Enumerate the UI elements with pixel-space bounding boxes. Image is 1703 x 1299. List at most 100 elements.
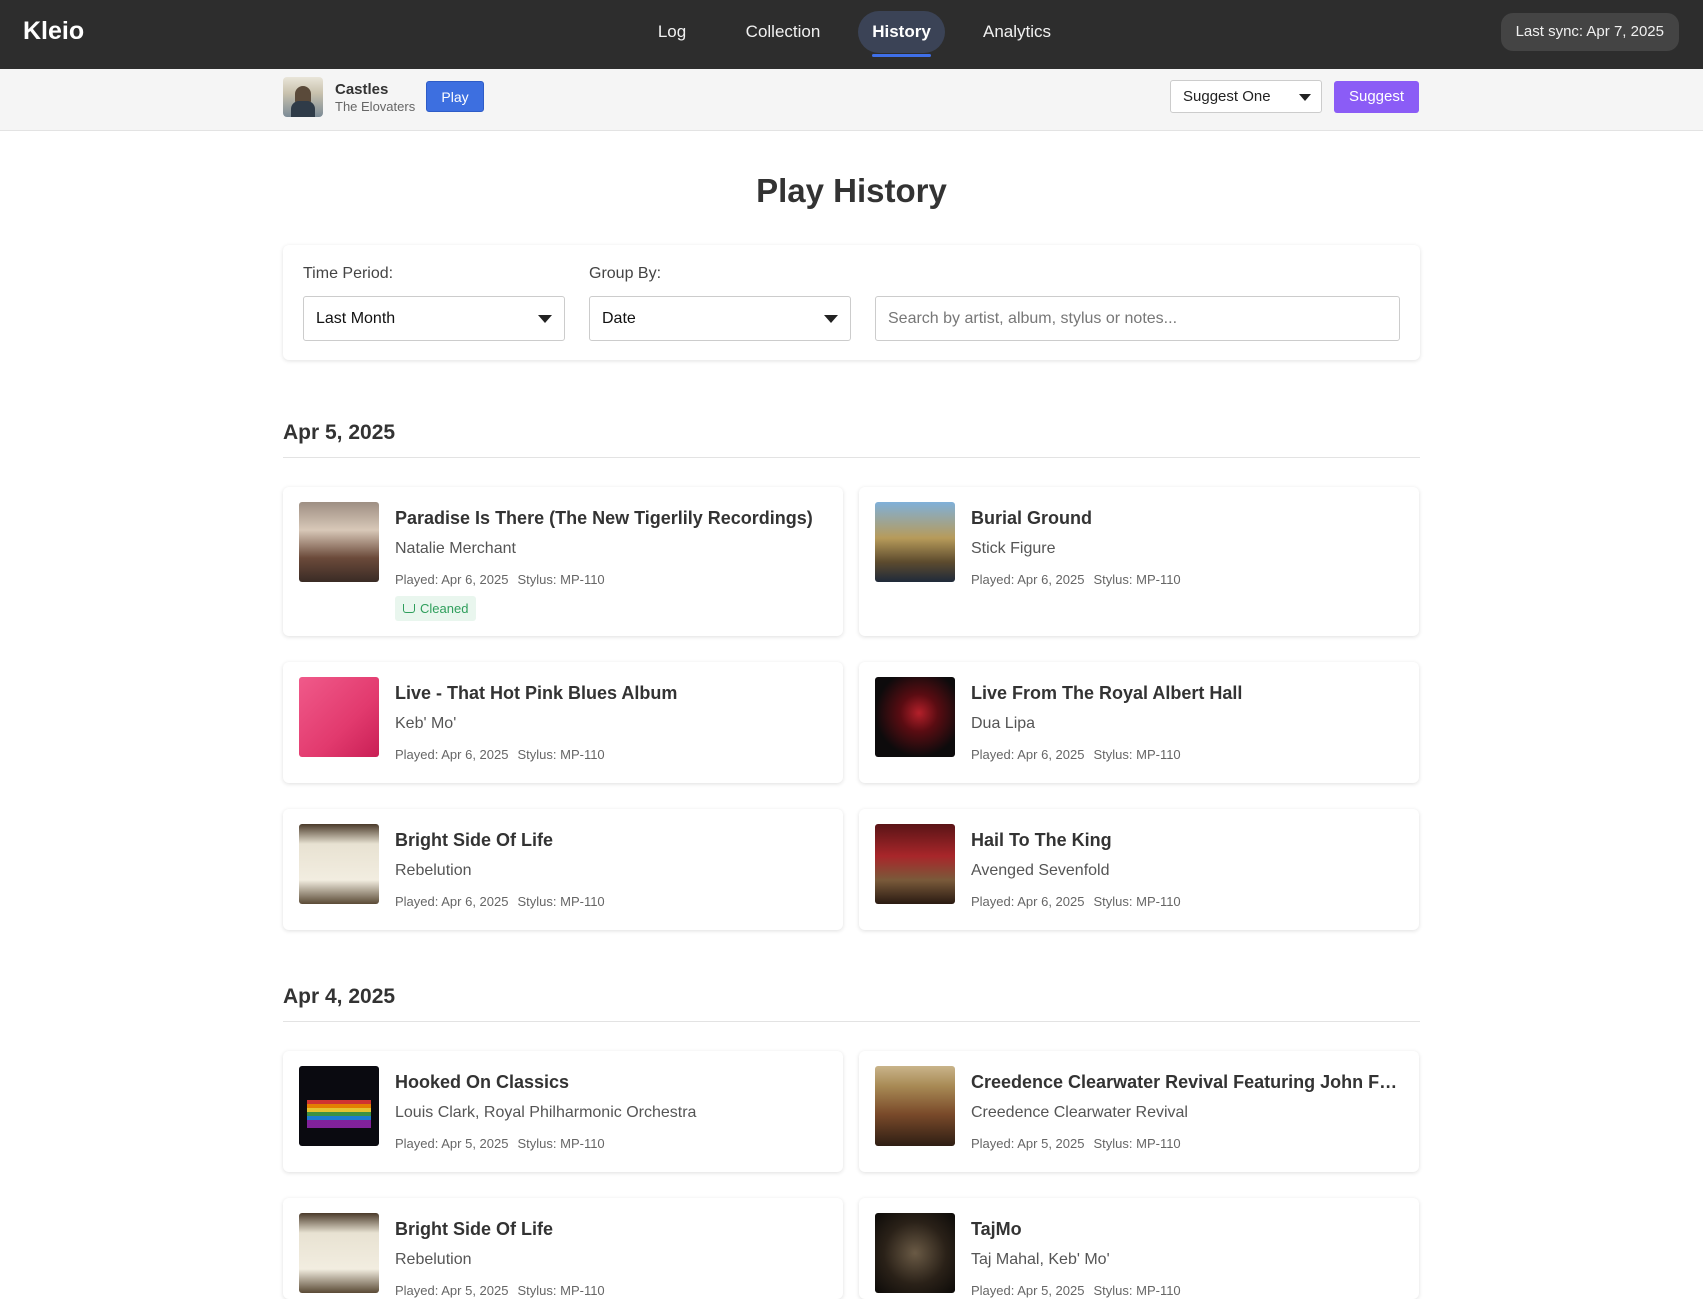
play-meta: Played: Apr 5, 2025 Stylus: MP-110: [395, 1136, 605, 1151]
album-artist: Natalie Merchant: [395, 540, 516, 557]
play-meta: Played: Apr 6, 2025 Stylus: MP-110: [971, 572, 1181, 587]
filters-panel: Time Period: Last Month Group By: Date: [283, 245, 1420, 360]
played-date: Played: Apr 6, 2025: [395, 894, 509, 909]
time-period-value: Last Month: [316, 310, 396, 327]
album-cover: [875, 1213, 955, 1293]
time-period-label: Time Period:: [303, 265, 394, 282]
group-by-label: Group By:: [589, 265, 662, 282]
last-sync-status: Last sync: Apr 7, 2025: [1500, 13, 1679, 51]
play-card[interactable]: Live From The Royal Albert Hall Dua Lipa…: [859, 662, 1419, 783]
now-playing-album-art: [283, 77, 323, 117]
played-date: Played: Apr 5, 2025: [971, 1283, 1085, 1298]
album-title: Bright Side Of Life: [395, 1219, 554, 1239]
stylus: Stylus: MP-110: [1093, 1283, 1181, 1298]
played-date: Played: Apr 6, 2025: [395, 747, 509, 762]
album-title: Bright Side Of Life: [395, 830, 554, 850]
played-date: Played: Apr 6, 2025: [971, 894, 1085, 909]
album-artist: Stick Figure: [971, 540, 1056, 557]
suggest-button[interactable]: Suggest: [1334, 81, 1419, 113]
stylus: Stylus: MP-110: [517, 1283, 605, 1298]
played-date: Played: Apr 6, 2025: [395, 572, 509, 587]
album-title: Paradise Is There (The New Tigerlily Rec…: [395, 508, 813, 528]
played-date: Played: Apr 5, 2025: [971, 1136, 1085, 1151]
album-cover: [875, 824, 955, 904]
album-title: TajMo: [971, 1219, 1022, 1239]
play-meta: Played: Apr 5, 2025 Stylus: MP-110: [971, 1283, 1181, 1298]
chevron-down-icon: [538, 315, 552, 323]
now-playing-bar: Castles The Elovaters Play Suggest One S…: [0, 69, 1703, 131]
album-title: Creedence Clearwater Revival Featuring J…: [971, 1072, 1403, 1092]
album-artist: Dua Lipa: [971, 715, 1036, 732]
album-title: Burial Ground: [971, 508, 1092, 528]
group-by-select[interactable]: Date: [589, 296, 851, 341]
nav-history[interactable]: History: [858, 11, 945, 57]
suggest-mode-select[interactable]: Suggest One: [1170, 80, 1322, 113]
play-button[interactable]: Play: [426, 81, 484, 112]
chevron-down-icon: [824, 315, 838, 323]
nav-log[interactable]: Log: [648, 11, 696, 53]
cleaning-icon: [403, 604, 415, 613]
stylus: Stylus: MP-110: [1093, 894, 1181, 909]
stylus: Stylus: MP-110: [517, 572, 605, 587]
album-artist: Keb' Mo': [395, 715, 457, 732]
played-date: Played: Apr 5, 2025: [395, 1136, 509, 1151]
suggest-mode-value: Suggest One: [1183, 88, 1271, 105]
play-card[interactable]: Bright Side Of Life Rebelution Played: A…: [283, 809, 843, 930]
play-card[interactable]: Live - That Hot Pink Blues Album Keb' Mo…: [283, 662, 843, 783]
album-title: Hail To The King: [971, 830, 1112, 850]
album-cover: [299, 824, 379, 904]
divider: [283, 1021, 1420, 1022]
album-cover: [299, 1066, 379, 1146]
play-card[interactable]: Burial Ground Stick Figure Played: Apr 6…: [859, 487, 1419, 636]
play-meta: Played: Apr 6, 2025 Stylus: MP-110: [971, 894, 1181, 909]
played-date: Played: Apr 6, 2025: [971, 572, 1085, 587]
group-by-value: Date: [602, 310, 636, 327]
album-artist: Rebelution: [395, 1251, 472, 1268]
play-card[interactable]: Creedence Clearwater Revival Featuring J…: [859, 1051, 1419, 1172]
play-card[interactable]: Hooked On Classics Louis Clark, Royal Ph…: [283, 1051, 843, 1172]
stylus: Stylus: MP-110: [517, 1136, 605, 1151]
nav-collection[interactable]: Collection: [738, 11, 828, 53]
page-title: Play History: [756, 172, 947, 209]
search-input[interactable]: [875, 296, 1400, 341]
stylus: Stylus: MP-110: [1093, 1136, 1181, 1151]
date-group-heading: Apr 5, 2025: [283, 421, 396, 444]
album-cover: [299, 502, 379, 582]
album-cover: [875, 1066, 955, 1146]
stylus: Stylus: MP-110: [517, 747, 605, 762]
now-playing-artist: The Elovaters: [335, 99, 416, 114]
play-meta: Played: Apr 5, 2025 Stylus: MP-110: [971, 1136, 1181, 1151]
now-playing-title: Castles: [335, 81, 389, 98]
nav-analytics[interactable]: Analytics: [977, 11, 1057, 53]
play-card[interactable]: Hail To The King Avenged Sevenfold Playe…: [859, 809, 1419, 930]
cleaned-badge: Cleaned: [395, 596, 477, 621]
play-meta: Played: Apr 6, 2025 Stylus: MP-110: [971, 747, 1181, 762]
album-artist: Taj Mahal, Keb' Mo': [971, 1251, 1110, 1268]
stylus: Stylus: MP-110: [1093, 572, 1181, 587]
divider: [283, 457, 1420, 458]
time-period-select[interactable]: Last Month: [303, 296, 565, 341]
played-date: Played: Apr 5, 2025: [395, 1283, 509, 1298]
play-meta: Played: Apr 6, 2025 Stylus: MP-110: [395, 572, 605, 587]
play-meta: Played: Apr 6, 2025 Stylus: MP-110: [395, 747, 605, 762]
play-meta: Played: Apr 5, 2025 Stylus: MP-110: [395, 1283, 605, 1298]
album-artist: Rebelution: [395, 862, 472, 879]
album-artist: Creedence Clearwater Revival: [971, 1104, 1188, 1121]
album-artist: Louis Clark, Royal Philharmonic Orchestr…: [395, 1104, 697, 1121]
main-nav: Log Collection History Analytics: [0, 11, 1703, 57]
date-group-heading: Apr 4, 2025: [283, 985, 396, 1008]
stylus: Stylus: MP-110: [517, 894, 605, 909]
album-cover: [875, 677, 955, 757]
album-title: Hooked On Classics: [395, 1072, 570, 1092]
play-card[interactable]: Paradise Is There (The New Tigerlily Rec…: [283, 487, 843, 636]
play-meta: Played: Apr 6, 2025 Stylus: MP-110: [395, 894, 605, 909]
album-cover: [875, 502, 955, 582]
stylus: Stylus: MP-110: [1093, 747, 1181, 762]
album-title: Live - That Hot Pink Blues Album: [395, 683, 678, 703]
album-cover: [299, 677, 379, 757]
album-artist: Avenged Sevenfold: [971, 862, 1110, 879]
play-card[interactable]: Bright Side Of Life Rebelution Played: A…: [283, 1198, 843, 1299]
album-cover: [299, 1213, 379, 1293]
play-card[interactable]: TajMo Taj Mahal, Keb' Mo' Played: Apr 5,…: [859, 1198, 1419, 1299]
album-title: Live From The Royal Albert Hall: [971, 683, 1243, 703]
